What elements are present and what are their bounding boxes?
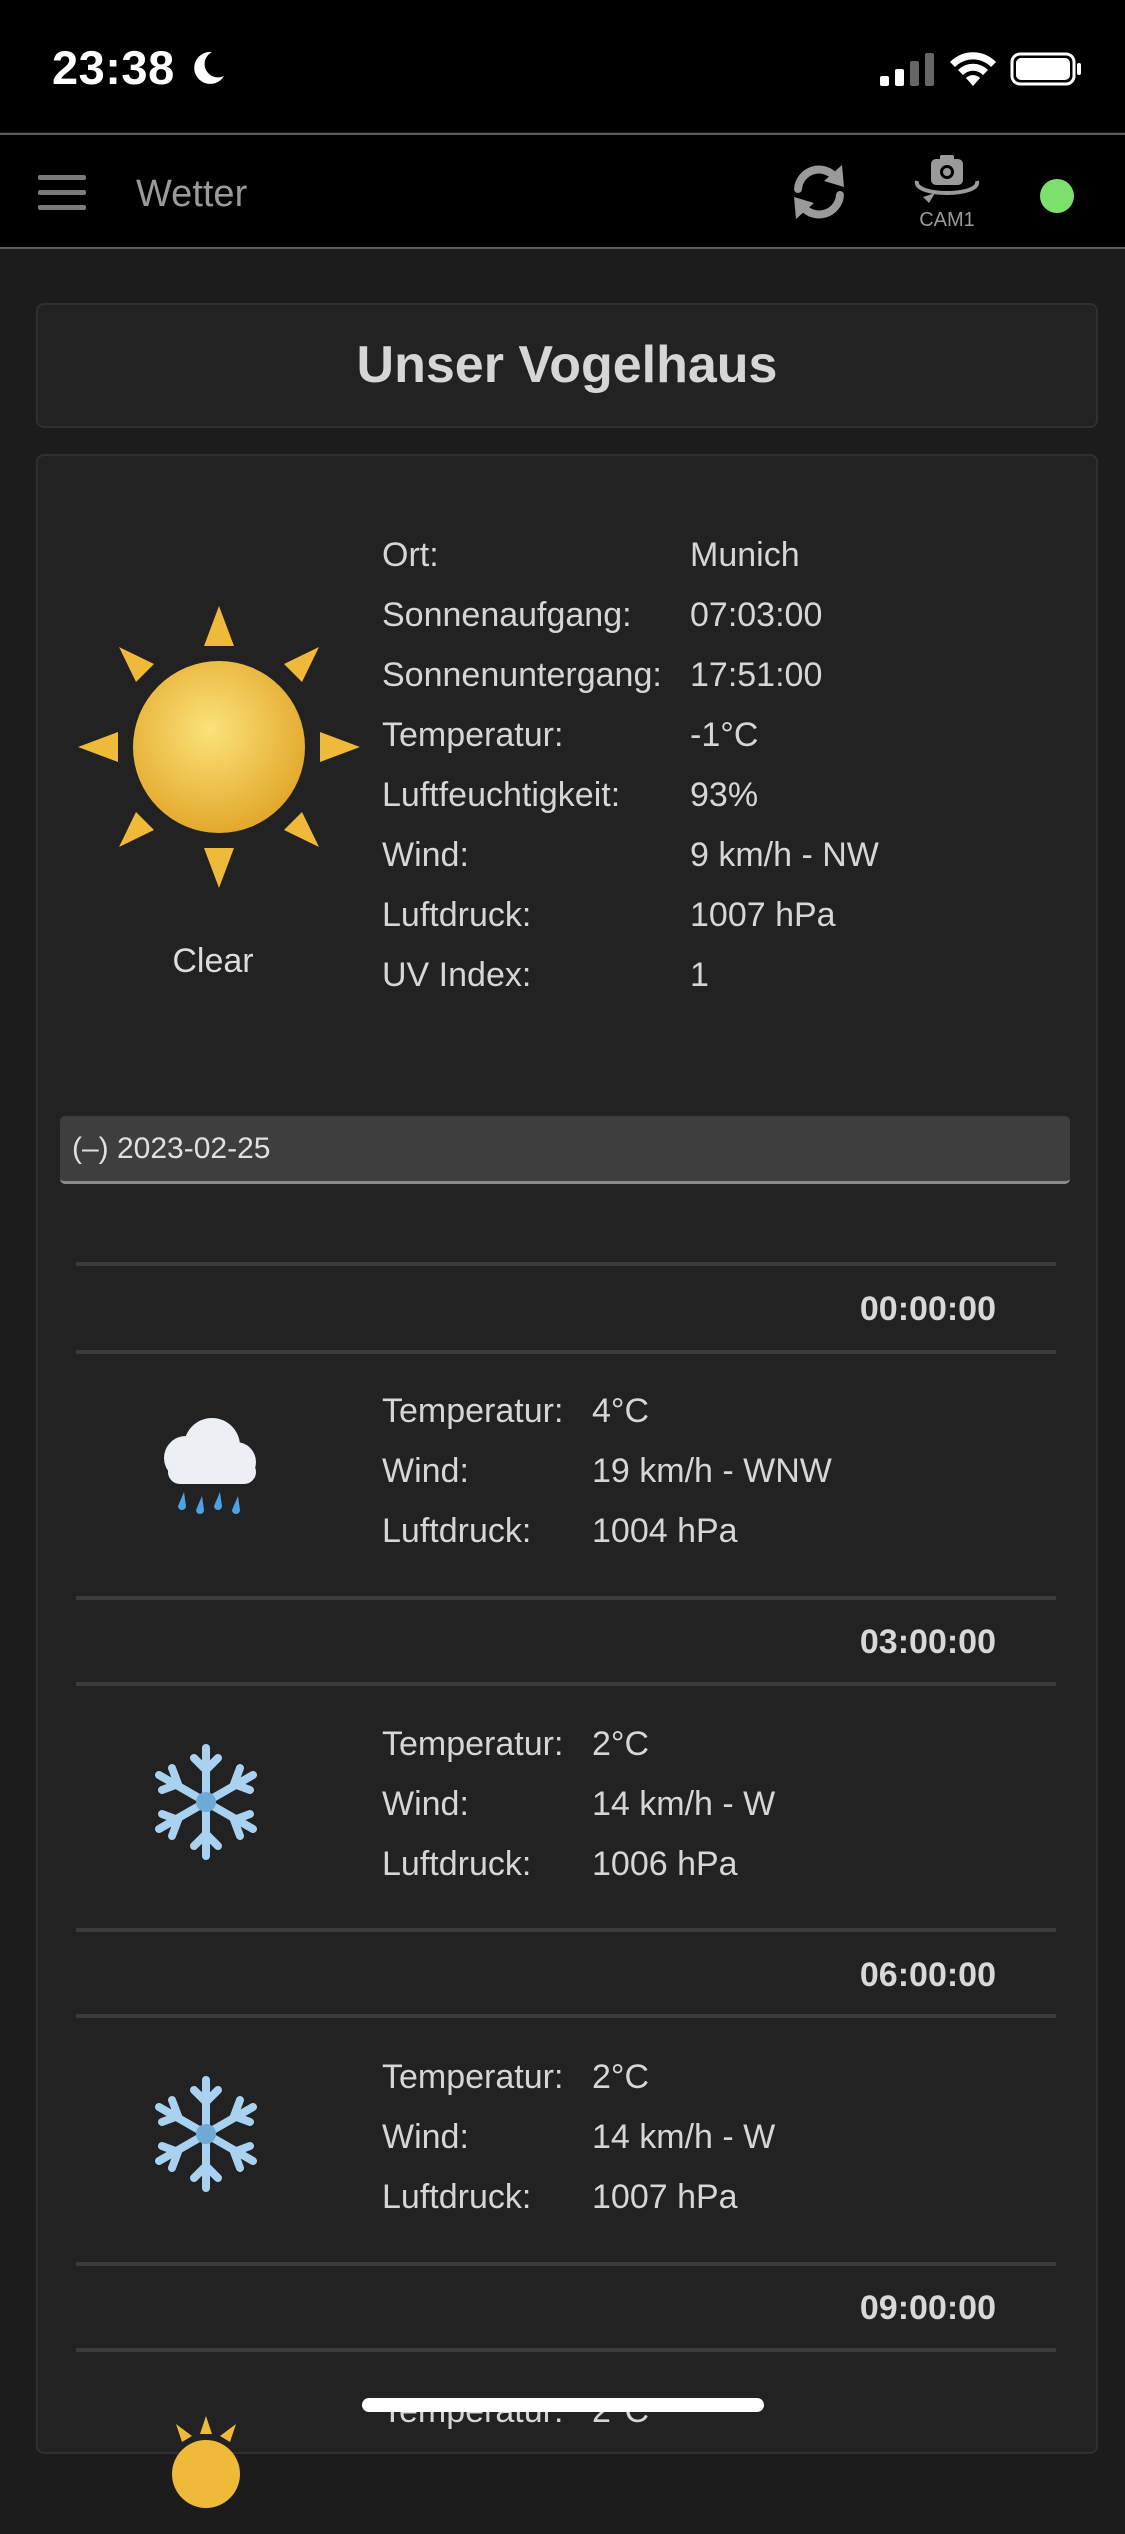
row-value: 14 km/h - W (592, 1785, 776, 1823)
connection-status-indicator (1040, 179, 1074, 213)
moon-icon (194, 51, 224, 84)
row-value: 14 km/h - W (592, 2118, 776, 2156)
current-weather-table: Ort: Munich Sonnenaufgang: 07:03:00 Sonnen… (382, 536, 879, 1016)
row-value: -1°C (690, 716, 759, 754)
menu-icon[interactable] (38, 175, 86, 211)
forecast-time: 09:00:00 (859, 2289, 996, 2327)
row-label: Wind: (382, 836, 469, 874)
home-indicator[interactable] (362, 2398, 764, 2412)
row-value: 9 km/h - NW (690, 836, 879, 874)
forecast-row: Luftdruck: 1007 hPa (382, 2178, 775, 2238)
weather-card: Clear Ort: Munich Sonnenaufgang: 07:03:00 … (36, 454, 1098, 2508)
forecast-table: Temperatur: 2°C Wind: 14 km/h - W Luftdruc… (382, 1725, 775, 1905)
divider (76, 1928, 1056, 1932)
camera-label: CAM1 (919, 209, 975, 231)
current-row: Ort: Munich (382, 536, 879, 596)
row-label: Temperatur: (382, 1392, 564, 1430)
row-label: Luftfeuchtigkeit: (382, 776, 621, 814)
title-card: Unser Vogelhaus (36, 303, 1098, 428)
divider (76, 1262, 1056, 1266)
divider (76, 2014, 1056, 2018)
sun-icon (78, 606, 360, 888)
forecast-time: 00:00:00 (859, 1290, 996, 1328)
row-value: 4°C (592, 1392, 650, 1430)
camera-rotate-icon (915, 155, 979, 203)
forecast-time: 03:00:00 (859, 1623, 996, 1661)
forecast-day-toggle[interactable]: (–) 2023-02-25 (60, 1116, 1070, 1184)
row-value: Munich (690, 536, 800, 574)
row-label: Sonnenaufgang: (382, 596, 632, 634)
forecast-time: 06:00:00 (859, 1956, 996, 1994)
forecast-row: Luftdruck: 1004 hPa (382, 1512, 832, 1572)
current-row: UV Index: 1 (382, 956, 879, 1016)
row-label: Luftdruck: (382, 896, 532, 934)
row-value: 1006 hPa (592, 1845, 738, 1883)
sun-icon (172, 2416, 240, 2508)
snowflake-icon (155, 1744, 257, 1860)
row-value: 17:51:00 (690, 656, 823, 694)
row-label: Temperatur: (382, 2058, 564, 2096)
row-label: UV Index: (382, 956, 532, 994)
current-row: Wind: 9 km/h - NW (382, 836, 879, 896)
divider (76, 1596, 1056, 1600)
row-value: 1 (690, 956, 709, 994)
row-label: Luftdruck: (382, 1512, 532, 1550)
refresh-icon[interactable] (784, 157, 854, 227)
status-bar: 23:38 (0, 0, 1125, 132)
forecast-table: Temperatur: 4°C Wind: 19 km/h - WNW Luftdr… (382, 1392, 832, 1572)
row-label: Wind: (382, 1452, 469, 1490)
row-label: Temperatur: (382, 1725, 564, 1763)
forecast-row: Temperatur: 2°C (382, 2058, 775, 2118)
status-time: 23:38 (52, 41, 175, 94)
forecast-day-label: (–) 2023-02-25 (72, 1132, 271, 1165)
rain-cloud-icon (164, 1418, 256, 1514)
divider (76, 2262, 1056, 2266)
row-value: 1007 hPa (592, 2178, 738, 2216)
current-row: Luftfeuchtigkeit: 93% (382, 776, 879, 836)
row-value: 2°C (592, 1725, 650, 1763)
row-label: Wind: (382, 1785, 469, 1823)
row-label: Ort: (382, 536, 439, 574)
current-condition: Clear (172, 942, 254, 980)
forecast-row: Wind: 19 km/h - WNW (382, 1452, 832, 1512)
divider (76, 1350, 1056, 1354)
row-label: Wind: (382, 2118, 469, 2156)
divider (76, 2348, 1056, 2352)
forecast-row: Temperatur: 4°C (382, 1392, 832, 1452)
cellular-signal-icon (880, 53, 934, 86)
forecast-row: Wind: 14 km/h - W (382, 2118, 775, 2178)
wifi-icon (950, 52, 996, 86)
current-row: Sonnenaufgang: 07:03:00 (382, 596, 879, 656)
row-value: 07:03:00 (690, 596, 823, 634)
row-value: 19 km/h - WNW (592, 1452, 832, 1490)
forecast-row: Temperatur: 2°C (382, 1725, 775, 1785)
battery-icon (1010, 52, 1081, 86)
current-row: Luftdruck: 1007 hPa (382, 896, 879, 956)
forecast-row: Wind: 14 km/h - W (382, 1785, 775, 1845)
app-title: Wetter (136, 173, 248, 215)
camera-button[interactable]: CAM1 (905, 153, 989, 239)
row-value: 1004 hPa (592, 1512, 738, 1550)
row-value: 1007 hPa (690, 896, 836, 934)
forecast-row: Luftdruck: 1006 hPa (382, 1845, 775, 1905)
app-header: Wetter CAM1 (0, 133, 1125, 249)
current-row: Sonnenuntergang: 17:51:00 (382, 656, 879, 716)
row-label: Luftdruck: (382, 1845, 532, 1883)
page-title: Unser Vogelhaus (356, 336, 778, 394)
row-value: 2°C (592, 2058, 650, 2096)
row-label: Temperatur: (382, 716, 564, 754)
row-label: Luftdruck: (382, 2178, 532, 2216)
snowflake-icon (155, 2076, 257, 2192)
current-row: Temperatur: -1°C (382, 716, 879, 776)
forecast-table: Temperatur: 2°C Wind: 14 km/h - W Luftdruc… (382, 2058, 775, 2238)
row-label: Sonnenuntergang: (382, 656, 662, 694)
divider (76, 1682, 1056, 1686)
row-value: 93% (690, 776, 759, 814)
